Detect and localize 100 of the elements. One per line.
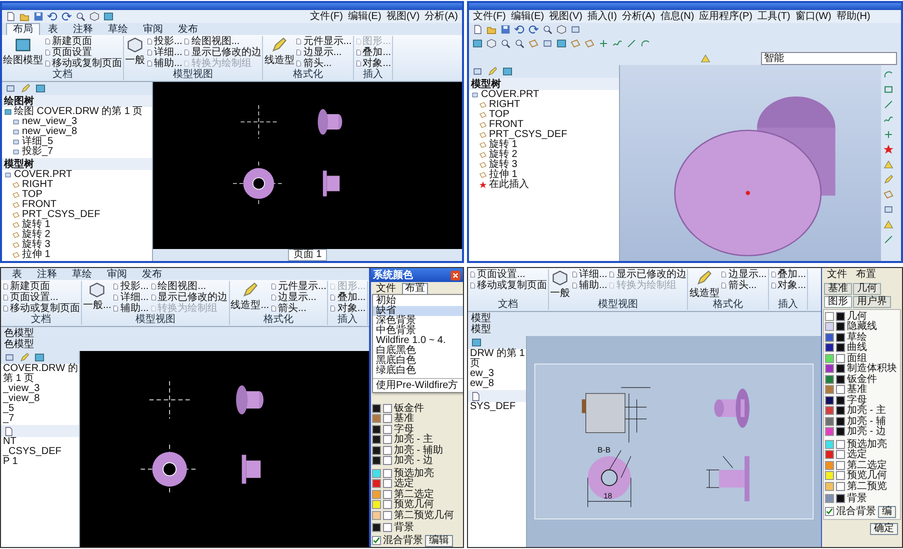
ribbon-tool[interactable]: 详细... [112, 292, 149, 303]
edit-button[interactable]: 编辑 [425, 534, 453, 546]
sheet-icon[interactable] [35, 83, 46, 94]
color-swatch[interactable] [825, 416, 834, 426]
tree-item[interactable]: _7 [3, 414, 14, 424]
menu-item[interactable]: 编辑(E) [510, 11, 546, 22]
color-swatch[interactable] [372, 523, 381, 532]
edit-button[interactable]: 编 [878, 506, 896, 518]
tree-item[interactable]: FRONT [22, 200, 56, 210]
color-swatch[interactable] [825, 494, 834, 504]
line-icon[interactable] [626, 38, 637, 49]
checkbox[interactable] [836, 460, 845, 470]
checkbox[interactable] [383, 468, 392, 478]
color-swatch[interactable] [825, 322, 834, 332]
checkbox[interactable] [836, 396, 845, 405]
checkbox[interactable] [836, 482, 845, 491]
dialog-tab[interactable]: 图形 [824, 296, 852, 308]
menu-item[interactable]: 布置 [402, 283, 428, 295]
menu-option[interactable]: 黑底白色 [373, 356, 463, 366]
checkbox[interactable] [383, 479, 392, 488]
checkbox[interactable] [836, 406, 845, 416]
tree-item[interactable]: 详细_5 [22, 137, 54, 147]
ribbon-tool[interactable]: 绘图视图... [150, 281, 228, 292]
dialog-tab[interactable]: 几何 [853, 283, 881, 295]
color-swatch[interactable] [825, 450, 834, 460]
redo-icon[interactable] [528, 24, 539, 35]
color-swatch[interactable] [372, 468, 381, 478]
tree-item[interactable]: ew_8 [470, 379, 494, 389]
tree-item[interactable]: NT [3, 437, 16, 447]
ribbon-tool[interactable]: 详细... [146, 47, 182, 58]
ribbon-tool[interactable]: 页面设置 [44, 47, 122, 58]
triangle-icon[interactable] [700, 52, 711, 64]
menu-option[interactable]: 深色背景 [373, 316, 463, 326]
large-tool-button[interactable]: 线造型 [264, 36, 294, 66]
tree-item[interactable]: _5 [3, 404, 14, 414]
tree-item[interactable]: SYS_DEF [470, 402, 516, 412]
color-swatch[interactable] [372, 424, 381, 434]
ribbon-tool[interactable]: 移动或复制页面 [2, 303, 80, 314]
line-icon[interactable] [883, 99, 894, 110]
ribbon-tab[interactable]: 注释 [30, 268, 64, 280]
ribbon-tool[interactable]: 箭头... [270, 303, 326, 314]
color-swatch[interactable] [372, 414, 381, 424]
ribbon-tool[interactable]: 叠加... [354, 47, 392, 58]
triangle-icon[interactable] [883, 159, 894, 170]
checkbox[interactable] [836, 312, 845, 321]
color-swatch[interactable] [825, 471, 834, 480]
color-swatch[interactable] [825, 482, 834, 491]
menu-item[interactable]: 信息(N) [659, 11, 696, 22]
ribbon-tool[interactable]: 移动或复制页面 [44, 58, 122, 69]
tree-item[interactable]: PRT_CSYS_DEF [489, 130, 568, 140]
ribbon-tool[interactable]: 投影... [146, 36, 182, 47]
sheet-icon[interactable] [471, 337, 482, 348]
large-tool-button[interactable]: 一般... [83, 281, 112, 311]
tree-item[interactable]: _view_8 [3, 394, 40, 404]
rectangle-icon[interactable] [883, 84, 894, 95]
checkbox[interactable] [383, 500, 392, 510]
save-icon[interactable] [33, 11, 44, 22]
menu-option[interactable]: 使用Pre-Wildfire方 [373, 381, 463, 391]
tree-item[interactable]: 旋转 2 [22, 230, 50, 240]
magnifier-icon[interactable] [514, 38, 525, 49]
ribbon-tab[interactable]: 发布 [171, 23, 205, 35]
ribbon-tab[interactable]: 注释 [66, 23, 100, 35]
ribbon-tool[interactable]: 页面设置... [469, 269, 547, 280]
large-tool-button[interactable]: 线造型... [230, 281, 270, 311]
color-swatch[interactable] [825, 406, 834, 416]
menu-option[interactable]: 初始 [373, 296, 463, 306]
menu-item[interactable]: 布置 [853, 269, 879, 281]
tree-item[interactable]: TOP [22, 190, 42, 200]
line-icon[interactable] [883, 234, 894, 245]
undo-icon[interactable] [514, 24, 525, 35]
large-tool-button[interactable]: 线造型 [689, 269, 720, 299]
checkbox[interactable] [383, 414, 392, 424]
color-swatch[interactable] [372, 446, 381, 455]
menu-item[interactable]: 分析(A) [620, 11, 656, 22]
color-swatch[interactable] [825, 440, 834, 449]
color-swatch[interactable] [372, 510, 381, 520]
menu-item[interactable]: 视图(V) [548, 11, 584, 22]
arc-icon[interactable] [640, 38, 651, 49]
ribbon-tool[interactable]: 显示已修改的边 [183, 47, 262, 58]
ribbon-tab[interactable]: 布局 [6, 23, 40, 35]
undo-icon[interactable] [47, 11, 58, 22]
ribbon-tool[interactable]: 对象... [354, 58, 392, 69]
checkbox[interactable] [383, 435, 392, 444]
checkbox[interactable] [836, 364, 845, 374]
menu-option[interactable]: 绿底白色 [373, 366, 463, 376]
ribbon-tool[interactable]: 辅助... [571, 280, 608, 291]
plane-icon[interactable] [584, 38, 595, 49]
ribbon-tab[interactable]: 审阅 [100, 268, 134, 280]
dialog-tab[interactable]: 用户界 [853, 296, 891, 308]
menu-option[interactable]: 中色背景 [373, 326, 463, 336]
ribbon-tool[interactable]: 箭头... [720, 280, 767, 291]
ribbon-tool[interactable]: 边显示... [270, 292, 326, 303]
ribbon-tool[interactable]: 投影... [112, 281, 149, 292]
color-swatch[interactable] [372, 404, 381, 413]
save-icon[interactable] [500, 24, 511, 35]
tree-item[interactable]: FRONT [489, 120, 524, 130]
magnifier-icon[interactable] [500, 38, 511, 49]
menu-item[interactable]: 分析(A) [424, 11, 459, 22]
tree-item[interactable]: new_view_3 [22, 117, 78, 127]
magnifier-icon[interactable] [75, 11, 86, 22]
